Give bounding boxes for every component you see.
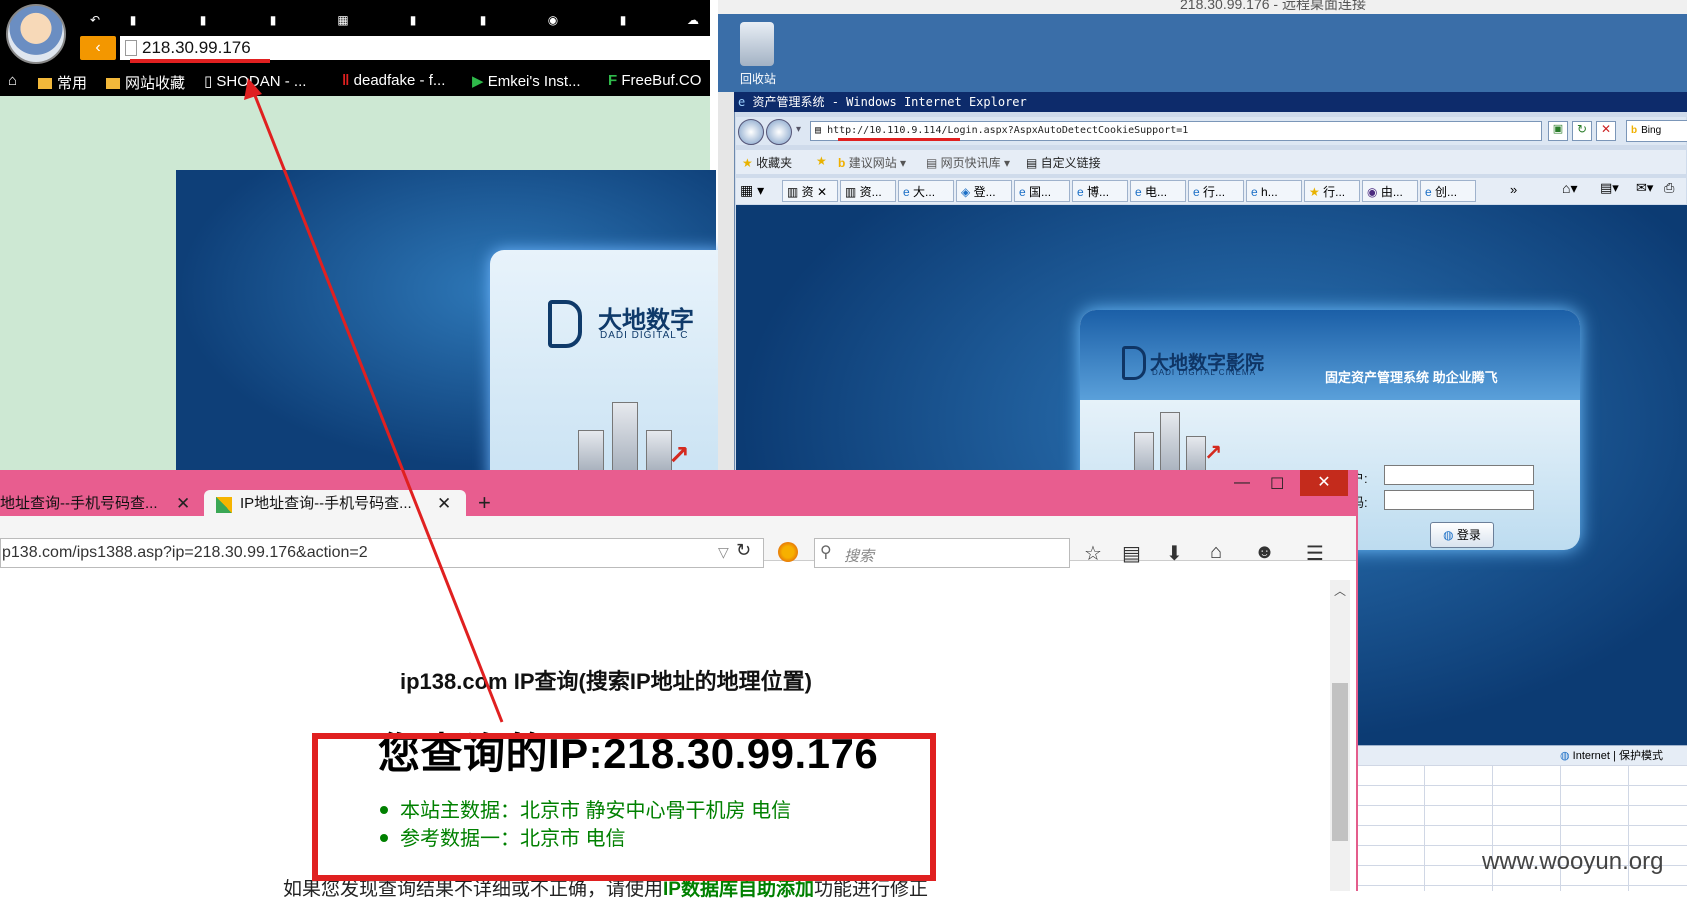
annotation-arrow-line: [250, 87, 504, 723]
annotation-arrow-head: [244, 78, 262, 100]
watermark: www.wooyun.org: [1482, 848, 1664, 875]
red-arrow-annotation: [244, 78, 504, 723]
